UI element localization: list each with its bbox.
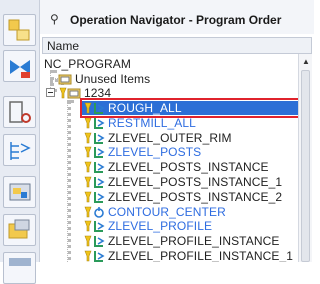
- mill-operation-icon: [94, 162, 105, 174]
- operation-label: CONTOUR_CENTER: [108, 204, 226, 219]
- operation-label: ZLEVEL_PROFILE_INSTANCE_1: [108, 249, 294, 262]
- operation-label: ZLEVEL_POSTS_INSTANCE: [108, 160, 269, 175]
- reuse-library-button[interactable]: [3, 252, 36, 284]
- part-navigator-icon: [8, 19, 30, 41]
- operation-tree: NC_PROGRAM Unused Items 1234 ROUGH_ALL R…: [42, 54, 298, 262]
- scroll-up-icon[interactable]: ▲: [302, 57, 310, 66]
- operation-row[interactable]: ZLEVEL_POSTS_INSTANCE: [42, 159, 298, 175]
- constraint-navigator-icon: [9, 101, 31, 123]
- operation-row[interactable]: ZLEVEL_POSTS_INSTANCE_2: [42, 189, 298, 205]
- status-icon: [84, 250, 92, 262]
- reuse-library-icon: [9, 258, 31, 266]
- status-icon: [59, 87, 67, 99]
- mill-operation-icon: [94, 236, 105, 248]
- status-icon: [84, 176, 92, 188]
- panel-title-bar: ⚲ Operation Navigator - Program Order: [40, 0, 314, 34]
- program-group-icon: [67, 88, 81, 99]
- panel-title: Operation Navigator - Program Order: [70, 13, 282, 27]
- highlight-box: [80, 98, 308, 118]
- mill-operation-icon: [94, 117, 105, 129]
- machine-tool-navigator-icon: [9, 183, 31, 201]
- resource-bar: [0, 0, 40, 284]
- pin-icon[interactable]: ⚲: [50, 12, 59, 26]
- status-icon: [84, 191, 92, 203]
- assembly-navigator-icon: [10, 60, 30, 78]
- assembly-navigator-button[interactable]: [3, 50, 36, 82]
- operation-row[interactable]: ZLEVEL_PROFILE: [42, 218, 298, 234]
- history-navigator-icon: [8, 219, 30, 239]
- folder-icon: [58, 74, 72, 85]
- operation-label: ZLEVEL_POSTS: [108, 145, 202, 160]
- operation-row[interactable]: ZLEVEL_POSTS_INSTANCE_1: [42, 174, 298, 190]
- status-icon: [84, 117, 92, 129]
- operation-label: ZLEVEL_PROFILE: [108, 219, 213, 234]
- status-icon: [84, 206, 92, 217]
- operation-row[interactable]: CONTOUR_CENTER: [42, 204, 298, 220]
- status-icon: [84, 132, 92, 143]
- tree-row-root[interactable]: NC_PROGRAM: [42, 56, 298, 72]
- constraint-navigator-button[interactable]: [3, 96, 36, 128]
- part-navigator-button[interactable]: [3, 14, 36, 46]
- root-label: NC_PROGRAM: [44, 57, 132, 71]
- mill-operation-icon: [94, 221, 105, 233]
- mill-operation-icon: [94, 251, 105, 262]
- operation-label: ZLEVEL_POSTS_INSTANCE_2: [108, 189, 283, 204]
- scroll-thumb[interactable]: [301, 70, 310, 262]
- status-icon: [84, 221, 92, 232]
- status-icon: [84, 161, 92, 173]
- operation-navigator-icon: [10, 142, 31, 160]
- mill-operation-icon: [94, 177, 105, 188]
- name-column-label: Name: [47, 39, 80, 53]
- machine-tool-navigator-button[interactable]: [3, 176, 36, 208]
- history-navigator-button[interactable]: [3, 214, 36, 246]
- operation-navigator-panel: ⚲ Operation Navigator - Program Order Na…: [40, 0, 314, 262]
- status-icon: [84, 235, 92, 247]
- mill-operation-icon: [94, 147, 105, 159]
- operation-row[interactable]: ZLEVEL_POSTS: [42, 144, 298, 160]
- vertical-scrollbar[interactable]: ▲: [298, 54, 312, 262]
- collapse-icon[interactable]: [46, 88, 55, 97]
- operation-row[interactable]: ZLEVEL_PROFILE_INSTANCE_1: [42, 248, 298, 262]
- contour-operation-icon: [94, 206, 104, 218]
- operation-row[interactable]: ZLEVEL_OUTER_RIM: [42, 130, 298, 146]
- operation-label: ZLEVEL_OUTER_RIM: [108, 130, 232, 145]
- operation-label: ZLEVEL_PROFILE_INSTANCE: [108, 234, 280, 249]
- unused-items-label: Unused Items: [75, 72, 151, 86]
- mill-operation-icon: [94, 191, 105, 203]
- status-icon: [84, 147, 92, 158]
- operation-label: ZLEVEL_POSTS_INSTANCE_1: [108, 175, 283, 189]
- mill-operation-icon: [94, 132, 105, 144]
- operation-navigator-button[interactable]: [3, 134, 36, 166]
- name-column-header[interactable]: Name: [42, 37, 312, 54]
- operation-row[interactable]: ZLEVEL_PROFILE_INSTANCE: [42, 233, 298, 249]
